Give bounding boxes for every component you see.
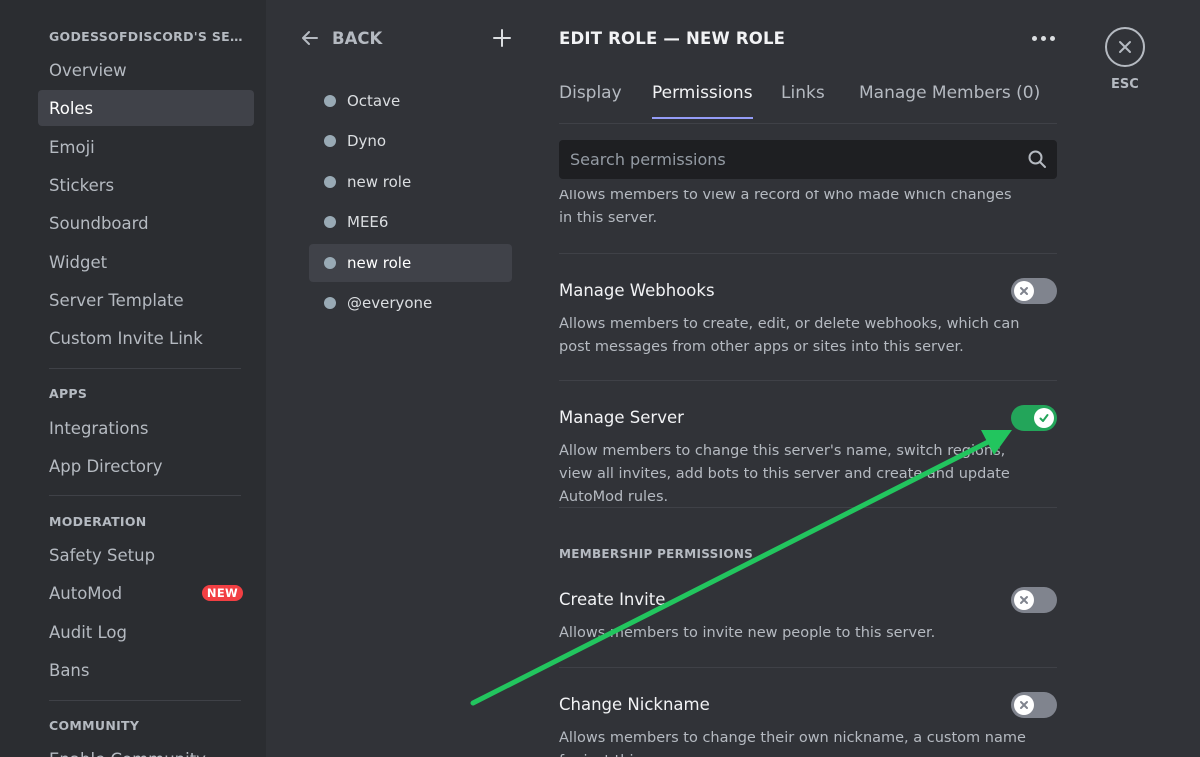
apps-section-header: APPS	[49, 386, 88, 401]
permission-divider	[559, 253, 1057, 254]
role-name: Octave	[347, 92, 401, 110]
role-name: new role	[347, 254, 412, 272]
sidebar-item-emoji[interactable]: Emoji	[38, 129, 254, 165]
membership-permissions-header: MEMBERSHIP PERMISSIONS	[559, 547, 754, 561]
more-options-button[interactable]	[1032, 36, 1055, 41]
permission-title-change-nickname: Change Nickname	[559, 695, 710, 714]
tab-display[interactable]: Display	[559, 83, 622, 117]
arrow-left-icon	[302, 31, 318, 45]
esc-label: ESC	[1111, 77, 1139, 92]
toggle-create-invite[interactable]	[1011, 587, 1057, 613]
sidebar-item-stickers[interactable]: Stickers	[38, 167, 254, 203]
sidebar-divider	[49, 700, 241, 701]
sidebar-item-overview[interactable]: Overview	[38, 52, 254, 88]
sidebar-item-roles[interactable]: Roles	[38, 90, 254, 126]
permission-title-create-invite: Create Invite	[559, 590, 666, 609]
role-item-everyone[interactable]: @everyone	[309, 284, 512, 322]
role-name: new role	[347, 173, 412, 191]
permission-description: Allows members to invite new people to t…	[559, 625, 936, 641]
sidebar-item-automod[interactable]: AutoMod NEW	[38, 575, 254, 611]
sidebar-item-safety-setup[interactable]: Safety Setup	[38, 537, 254, 573]
sidebar-item-audit-log[interactable]: Audit Log	[38, 614, 254, 650]
permission-title-manage-webhooks: Manage Webhooks	[559, 281, 715, 300]
permission-description: Allow members to change this server's na…	[559, 443, 1010, 505]
sidebar-item-app-directory[interactable]: App Directory	[38, 448, 254, 484]
tab-manage-members[interactable]: Manage Members (0)	[859, 83, 1040, 117]
close-button[interactable]	[1105, 27, 1145, 67]
toggle-change-nickname[interactable]	[1011, 692, 1057, 718]
back-button[interactable]: BACK	[300, 28, 382, 48]
sidebar-item-label: AutoMod	[49, 583, 123, 603]
community-section-header: COMMUNITY	[49, 718, 140, 733]
sidebar-item-server-template[interactable]: Server Template	[38, 282, 254, 318]
role-name: MEE6	[347, 213, 389, 231]
search-icon	[1028, 150, 1046, 168]
plus-icon	[493, 29, 511, 47]
check-icon	[1039, 414, 1049, 422]
sidebar-divider	[49, 495, 241, 496]
permission-divider	[559, 380, 1057, 381]
search-input[interactable]	[570, 150, 1010, 169]
role-item-mee6[interactable]: MEE6	[309, 203, 512, 241]
role-item-new-role[interactable]: new role	[309, 163, 512, 201]
permission-description: Allows members to create, edit, or delet…	[559, 316, 1020, 355]
toggle-manage-server[interactable]	[1011, 405, 1057, 431]
search-permissions-box	[559, 140, 1057, 179]
toggle-manage-webhooks[interactable]	[1011, 278, 1057, 304]
permission-description: Allows members to change their own nickn…	[559, 730, 1026, 757]
permission-description: Allows members to view a record of who m…	[559, 190, 1012, 226]
x-icon	[1020, 596, 1028, 604]
tab-links[interactable]: Links	[781, 83, 825, 117]
role-name: Dyno	[347, 132, 387, 150]
sidebar-item-custom-invite-link[interactable]: Custom Invite Link	[38, 320, 254, 356]
x-icon	[1020, 287, 1028, 295]
role-item-dyno[interactable]: Dyno	[309, 122, 512, 160]
back-label: BACK	[332, 28, 383, 48]
role-item-octave[interactable]: Octave	[309, 82, 512, 120]
role-color-dot	[324, 135, 336, 147]
sidebar-item-bans[interactable]: Bans	[38, 652, 254, 688]
page-title: EDIT ROLE — NEW ROLE	[559, 29, 786, 48]
permission-divider	[559, 667, 1057, 668]
role-color-dot	[324, 176, 336, 188]
role-color-dot	[324, 257, 336, 269]
sidebar-divider	[49, 368, 241, 369]
sidebar-item-soundboard[interactable]: Soundboard	[38, 205, 254, 241]
permission-title-manage-server: Manage Server	[559, 408, 684, 427]
role-color-dot	[324, 95, 336, 107]
permissions-list[interactable]: Allows members to view a record of who m…	[559, 190, 1057, 757]
role-color-dot	[324, 216, 336, 228]
role-tabs: Display Permissions Links Manage Members…	[559, 80, 1057, 124]
sidebar-item-widget[interactable]: Widget	[38, 244, 254, 280]
permission-divider	[559, 507, 1057, 508]
sidebar-item-integrations[interactable]: Integrations	[38, 410, 254, 446]
ellipsis-icon	[1032, 36, 1037, 41]
role-name: @everyone	[347, 294, 433, 312]
new-badge: NEW	[201, 585, 243, 601]
close-icon	[1119, 41, 1131, 53]
settings-sidebar: GODESSOFDISCORD'S SERVER Overview Roles …	[0, 0, 266, 757]
create-role-button[interactable]	[490, 26, 514, 50]
sidebar-item-enable-community[interactable]: Enable Community	[38, 741, 254, 757]
role-color-dot	[324, 297, 336, 309]
server-name-header: GODESSOFDISCORD'S SERVER	[49, 29, 249, 44]
role-item-new-role-selected[interactable]: new role	[309, 244, 512, 282]
tab-permissions[interactable]: Permissions	[652, 83, 753, 119]
moderation-section-header: MODERATION	[49, 514, 147, 529]
x-icon	[1020, 701, 1028, 709]
